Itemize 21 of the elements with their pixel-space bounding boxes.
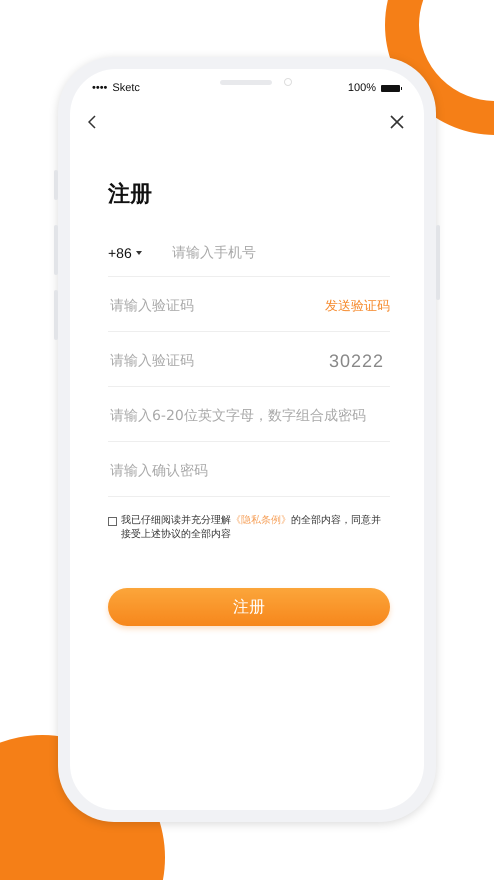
caret-icon xyxy=(136,250,142,254)
camera-dot xyxy=(284,78,292,86)
input-field[interactable]: 请输入验证码 xyxy=(108,298,319,314)
send-code-link[interactable]: 发送验证码 xyxy=(325,297,390,315)
page-title: 注册 xyxy=(108,181,153,207)
register-button[interactable]: 注册 xyxy=(108,588,390,626)
input-field[interactable]: 请输入6-20位英文字母，数字组合成密码 xyxy=(108,408,390,424)
agreement-text: 我已仔细阅读并充分理解《隐私条例》的全部内容，同意并接受上述协议的全部内容 xyxy=(121,514,382,542)
privacy-link[interactable]: 《隐私条例》 xyxy=(231,515,291,526)
country-code-select[interactable]: +86 xyxy=(108,244,142,260)
input-field[interactable]: 请输入手机号 xyxy=(170,244,390,260)
back-icon[interactable] xyxy=(88,115,96,129)
close-icon[interactable] xyxy=(390,115,404,129)
captcha-code[interactable]: 30222 xyxy=(328,350,384,372)
input-field[interactable]: 请输入验证码 xyxy=(108,353,323,369)
checkbox[interactable] xyxy=(108,517,117,526)
battery-icon xyxy=(381,84,400,92)
battery-percent: 100% xyxy=(348,82,376,94)
signal-dots: •••• xyxy=(92,82,108,94)
input-field[interactable]: 请输入确认密码 xyxy=(108,463,390,479)
carrier-name: Sketc xyxy=(112,82,140,94)
